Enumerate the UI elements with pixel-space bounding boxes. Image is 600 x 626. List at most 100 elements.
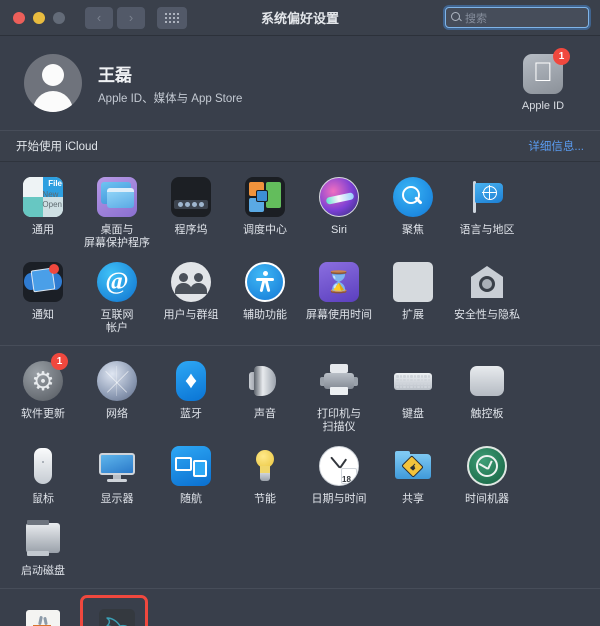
pref-item-time-machine[interactable]: 时间机器 (450, 440, 524, 512)
internet-accounts-icon: @ (95, 260, 139, 304)
sound-icon (243, 359, 287, 403)
pref-label: 扩展 (402, 309, 424, 321)
pref-item-sound[interactable]: 声音 (228, 355, 302, 440)
trackpad-icon (465, 359, 509, 403)
pref-item-startup-disk[interactable]: 启动磁盘 (6, 512, 80, 584)
pref-label: 声音 (254, 408, 276, 420)
avatar (24, 54, 82, 112)
apple-id-label: Apple ID (521, 100, 565, 112)
pref-label: 显示器 (100, 493, 134, 505)
search-input[interactable]: 搜索 (445, 7, 589, 28)
pref-label: 程序坞 (174, 224, 208, 236)
pref-label: 通用 (32, 224, 54, 236)
pref-item-internet-accounts[interactable]: @ 互联网 帐户 (80, 256, 154, 341)
screen-time-icon: ⌛ (317, 260, 361, 304)
grid-icon (165, 12, 179, 23)
dock-icon (169, 175, 213, 219)
date-time-icon: 18 (317, 444, 361, 488)
pref-label: 通知 (32, 309, 54, 321)
pref-item-spotlight[interactable]: 聚焦 (376, 171, 450, 256)
pref-item-accessibility[interactable]: 辅助功能 (228, 256, 302, 341)
icon-grid-hardware: ⚙ 1 软件更新 网络 ♦ 蓝牙 声音 打印机与 扫描仪 键盘 触控板 鼠标 显… (6, 353, 594, 584)
pref-label: 聚焦 (402, 224, 424, 236)
pref-item-mission-control[interactable]: 调度中心 (228, 171, 302, 256)
pref-item-notifications[interactable]: 通知 (6, 256, 80, 341)
back-button[interactable]: ‹ (85, 6, 113, 29)
profile-name: 王磊 (98, 65, 132, 85)
apple-id-item[interactable]:  1 Apple ID (506, 48, 580, 112)
calendar-day: 18 (342, 475, 351, 484)
time-machine-icon (465, 444, 509, 488)
icloud-text: 开始使用 iCloud (16, 141, 98, 153)
close-button[interactable] (13, 11, 25, 24)
pref-label: 辅助功能 (243, 309, 287, 321)
pref-label: 节能 (254, 493, 276, 505)
pref-item-desktop-screensaver[interactable]: 桌面与 屏幕保护程序 (80, 171, 154, 256)
pref-item-users-groups[interactable]: 用户与群组 (154, 256, 228, 341)
pref-label: 触控板 (470, 408, 504, 420)
pref-item-mysql[interactable]: MySQL (80, 601, 154, 626)
pref-item-dock[interactable]: 程序坞 (154, 171, 228, 256)
section-hardware: ⚙ 1 软件更新 网络 ♦ 蓝牙 声音 打印机与 扫描仪 键盘 触控板 鼠标 显… (0, 346, 600, 588)
profile-section[interactable]: 王磊 Apple ID、媒体与 App Store  1 Apple ID (0, 36, 600, 130)
pref-label: 语言与地区 (459, 224, 515, 236)
mission-control-icon (243, 175, 287, 219)
pref-item-mouse[interactable]: 鼠标 (6, 440, 80, 512)
extensions-icon (391, 260, 435, 304)
general-icon: File New Open (21, 175, 65, 219)
notifications-icon (21, 260, 65, 304)
apple-logo-icon:  1 (523, 48, 570, 94)
pref-label: 打印机与 扫描仪 (317, 408, 361, 433)
bluetooth-icon: ♦ (169, 359, 213, 403)
window-controls (13, 11, 65, 24)
pref-item-displays[interactable]: 显示器 (80, 440, 154, 512)
pref-label: 安全性与隐私 (454, 309, 520, 321)
pref-item-java[interactable]: Java (6, 601, 80, 626)
search-container: 搜索 (445, 7, 589, 28)
search-placeholder: 搜索 (465, 12, 487, 25)
pref-item-software-update[interactable]: ⚙ 1 软件更新 (6, 353, 80, 440)
section-personal: File New Open 通用 桌面与 屏幕保护程序 程序坞 调度中心 Sir… (0, 162, 600, 345)
pref-item-language-region[interactable]: 语言与地区 (450, 171, 524, 256)
energy-saver-icon (243, 444, 287, 488)
pref-item-sharing[interactable]: ☛ 共享 (376, 440, 450, 512)
icon-grid-personal: File New Open 通用 桌面与 屏幕保护程序 程序坞 调度中心 Sir… (6, 171, 594, 341)
language-region-icon (465, 175, 509, 219)
pref-label: 网络 (106, 408, 128, 420)
icon-grid-third-party: Java MySQL (6, 601, 594, 626)
dolphin-glyph (106, 617, 128, 626)
pref-item-date-time[interactable]: 18 日期与时间 (302, 440, 376, 512)
spotlight-icon (391, 175, 435, 219)
apple-id-badge: 1 (553, 48, 570, 65)
siri-icon (317, 175, 361, 219)
pref-item-sidecar[interactable]: 随航 (154, 440, 228, 512)
icloud-details-link[interactable]: 详细信息... (528, 138, 584, 154)
pref-item-keyboard[interactable]: 键盘 (376, 355, 450, 440)
pref-item-energy-saver[interactable]: 节能 (228, 440, 302, 512)
startup-disk-icon (21, 516, 65, 560)
pref-label: 日期与时间 (311, 493, 367, 505)
software-update-badge: 1 (51, 353, 68, 370)
pref-item-general[interactable]: File New Open 通用 (6, 171, 80, 256)
keyboard-icon (391, 359, 435, 403)
pref-item-siri[interactable]: Siri (302, 171, 376, 256)
java-icon (21, 605, 65, 626)
forward-button[interactable]: › (117, 6, 145, 29)
pref-label: 调度中心 (243, 224, 287, 236)
pref-label: 时间机器 (465, 493, 509, 505)
search-icon (451, 12, 462, 23)
pref-item-printers-scanners[interactable]: 打印机与 扫描仪 (302, 355, 376, 440)
pref-label: 启动磁盘 (21, 565, 65, 577)
pref-item-network[interactable]: 网络 (80, 355, 154, 440)
pref-label: 共享 (402, 493, 424, 505)
pref-item-extensions[interactable]: 扩展 (376, 256, 450, 341)
pref-item-bluetooth[interactable]: ♦ 蓝牙 (154, 355, 228, 440)
pref-item-trackpad[interactable]: 触控板 (450, 355, 524, 440)
show-all-button[interactable] (157, 6, 187, 29)
pref-label: 键盘 (402, 408, 424, 420)
desktop-screensaver-icon (95, 175, 139, 219)
pref-label: 用户与群组 (163, 309, 219, 321)
minimize-button[interactable] (33, 11, 45, 24)
pref-item-security-privacy[interactable]: 安全性与隐私 (450, 256, 524, 341)
pref-item-screen-time[interactable]: ⌛ 屏幕使用时间 (302, 256, 376, 341)
